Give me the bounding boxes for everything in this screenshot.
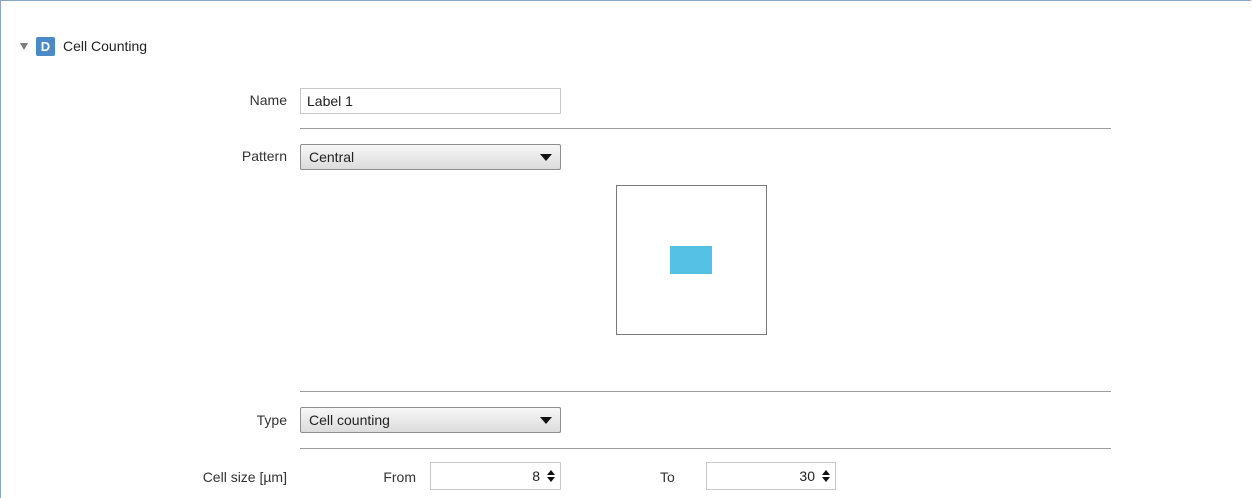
- name-label: Name: [249, 92, 287, 108]
- to-value: 30: [799, 468, 815, 484]
- from-label: From: [383, 469, 416, 485]
- collapse-arrow-icon[interactable]: [20, 42, 28, 50]
- central-pattern-region: [670, 246, 712, 274]
- decrement-icon[interactable]: [547, 477, 555, 482]
- section-badge: D: [36, 36, 55, 56]
- increment-icon[interactable]: [822, 470, 830, 475]
- from-value: 8: [532, 468, 540, 484]
- chevron-down-icon: [540, 416, 552, 424]
- separator-3: [300, 448, 1111, 449]
- to-label: To: [660, 469, 675, 485]
- pattern-dropdown-value: Central: [309, 149, 355, 165]
- cell-size-label: Cell size [µm]: [202, 469, 287, 485]
- chevron-down-icon: [540, 153, 552, 161]
- section-header-cell-counting[interactable]: D Cell Counting: [20, 34, 147, 58]
- pattern-dropdown[interactable]: Central: [300, 144, 561, 170]
- separator-2: [300, 391, 1111, 392]
- increment-icon[interactable]: [547, 470, 555, 475]
- decrement-icon[interactable]: [822, 477, 830, 482]
- type-label: Type: [256, 412, 287, 428]
- type-dropdown-value: Cell counting: [309, 412, 390, 428]
- from-spinner[interactable]: 8: [430, 462, 561, 490]
- pattern-preview: [616, 185, 767, 335]
- to-spinner[interactable]: 30: [706, 462, 836, 490]
- spinner-arrows-icon[interactable]: [821, 470, 831, 482]
- separator-1: [300, 128, 1111, 129]
- pattern-label: Pattern: [241, 148, 287, 164]
- spinner-arrows-icon[interactable]: [546, 470, 556, 482]
- section-title: Cell Counting: [63, 38, 148, 54]
- name-input[interactable]: [300, 88, 561, 114]
- type-dropdown[interactable]: Cell counting: [300, 407, 561, 433]
